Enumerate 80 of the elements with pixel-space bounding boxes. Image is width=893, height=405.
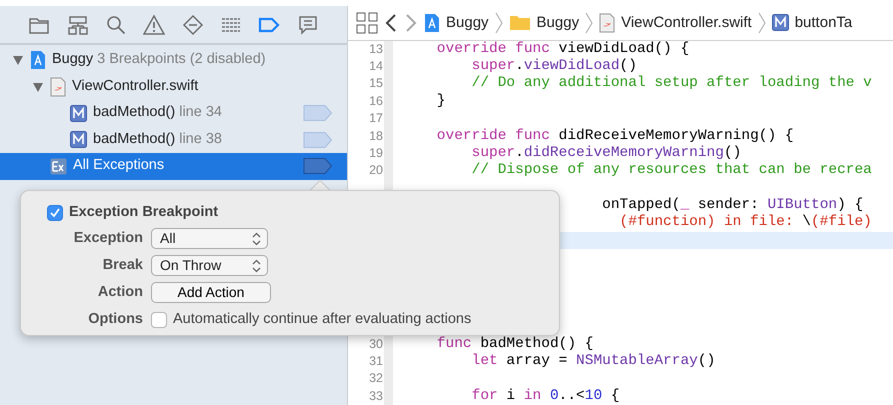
breakpoint-toggle-icon[interactable] — [303, 130, 333, 149]
breadcrumb-item[interactable]: Buggy — [536, 12, 580, 34]
breakpoint-toggle-icon[interactable] — [303, 104, 333, 122]
checkbox[interactable] — [47, 205, 63, 221]
line-number: 33 — [368, 388, 383, 405]
up-down-arrows-icon — [252, 258, 261, 272]
add-action-button[interactable]: Add Action — [151, 282, 271, 303]
item-name: badMethod() — [93, 103, 176, 122]
code-line: for i in 0..<10 { — [470, 388, 620, 404]
select-field[interactable]: All — [151, 228, 268, 249]
swift-file-icon — [599, 12, 616, 33]
breakpoint-toggle-icon[interactable] — [303, 157, 333, 176]
line-number: 15 — [368, 75, 383, 92]
project-icon — [30, 50, 46, 70]
exception-icon — [50, 158, 67, 175]
line-number: 32 — [368, 370, 383, 388]
message-icon[interactable] — [296, 14, 319, 36]
line-number: 17 — [368, 110, 383, 128]
line-number: 16 — [368, 92, 383, 110]
line-number: 14 — [368, 58, 383, 76]
item-name: All Exceptions — [73, 156, 164, 176]
code-line: super.viewDidLoad() — [470, 58, 637, 74]
code-line: } — [436, 92, 446, 109]
code-line: override func viewDidLoad() { — [436, 40, 690, 57]
hierarchy-icon[interactable] — [66, 14, 89, 36]
line-number: 30 — [368, 336, 383, 353]
code-line: func badMethod() { — [436, 336, 594, 352]
chevron-icon — [585, 12, 594, 34]
code-line: override func didReceiveMemoryWarning() { — [436, 128, 794, 144]
diamond-icon[interactable] — [182, 14, 204, 36]
disclosure-triangle-icon[interactable] — [12, 54, 24, 66]
line-number: 13 — [368, 40, 383, 58]
tree-row[interactable]: ViewController.swift — [0, 74, 347, 100]
warning-icon[interactable] — [143, 14, 166, 36]
checkbox[interactable] — [151, 312, 167, 328]
code-line: onTapped(_ sender: UIButton) { — [601, 196, 864, 213]
item-detail: line 34 — [179, 103, 222, 122]
line-number: 18 — [368, 128, 383, 144]
chevron-icon — [758, 12, 766, 34]
field-label: Action — [96, 282, 144, 302]
search-icon[interactable] — [104, 14, 127, 36]
item-name: Buggy — [52, 50, 94, 70]
method-icon — [70, 131, 87, 148]
code-line: super.didReceiveMemoryWarning() — [470, 144, 742, 161]
code-line: // Do any additional setup after loading the v — [470, 75, 872, 92]
line-number: 31 — [368, 352, 383, 370]
method-icon — [70, 104, 87, 122]
item-detail: 3 Breakpoints (2 disabled) — [97, 50, 266, 70]
field-label: Exception — [72, 228, 144, 248]
checkbox-label: Automatically continue after evaluating actions — [173, 310, 472, 329]
forward-icon[interactable] — [404, 12, 418, 33]
field-label: Break — [102, 256, 144, 275]
tree-row[interactable]: badMethod() line 34 — [0, 100, 347, 126]
method-icon — [772, 14, 789, 32]
swift-file-icon — [50, 76, 66, 97]
chevron-icon — [494, 12, 503, 34]
item-name: badMethod() — [93, 130, 176, 149]
popover-title: Exception Breakpoint — [69, 203, 218, 222]
code-line: let array = NSMutableArray() — [470, 352, 716, 369]
line-number: 19 — [368, 144, 383, 162]
up-down-arrows-icon — [252, 232, 261, 246]
field-label: Options — [87, 310, 144, 329]
disclosure-triangle-icon[interactable] — [32, 80, 44, 93]
item-name: ViewController.swift — [72, 76, 198, 96]
project-icon — [424, 12, 440, 33]
breadcrumb-item[interactable]: buttonTa — [794, 12, 852, 34]
item-detail: line 38 — [179, 130, 222, 149]
line-number: 20 — [368, 162, 383, 180]
breadcrumb-item[interactable]: Buggy — [446, 12, 489, 34]
folder-icon — [508, 14, 531, 32]
tree-row[interactable]: Buggy 3 Breakpoints (2 disabled) — [0, 47, 347, 74]
code-line: // Dispose of any resources that can be recrea — [470, 162, 872, 178]
checkmark-icon — [49, 207, 61, 219]
grid-icon[interactable] — [356, 12, 378, 34]
back-icon[interactable] — [384, 12, 398, 33]
selected-row[interactable]: All Exceptions — [0, 153, 347, 180]
breadcrumb-item[interactable]: ViewController.swift — [621, 12, 752, 34]
code-line: (#function) in file: \(#file) — [618, 214, 872, 230]
tree-row[interactable]: badMethod() line 38 — [0, 126, 347, 153]
select-field[interactable]: On Throw — [151, 255, 268, 276]
